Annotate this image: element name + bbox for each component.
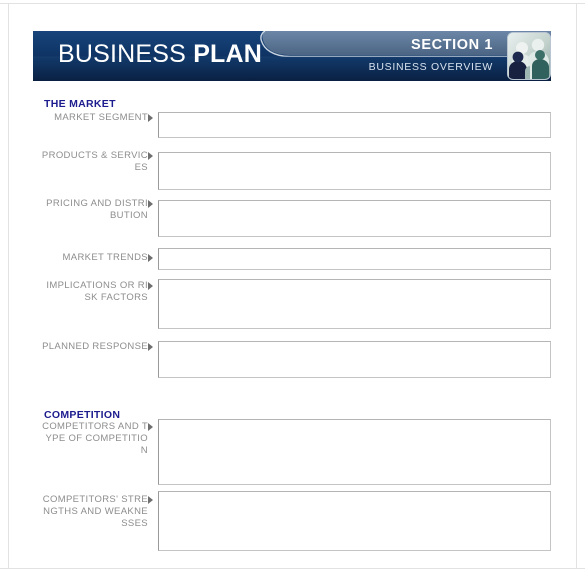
field-label-market-trends: MARKET TRENDS: [62, 252, 148, 263]
field-marker-arrow-market-segment: [148, 114, 153, 122]
field-input-competitors-strengths-and-weaknesses[interactable]: [158, 491, 551, 551]
field-marker-arrow-market-trends: [148, 254, 153, 262]
field-input-implications-or-risk-factors[interactable]: [158, 279, 551, 329]
field-marker-arrow-pricing-and-distribution: [148, 200, 153, 208]
field-label-competitors-and-type-of-competition: COMPETITORS AND TYPE OF COMPETITION: [42, 421, 148, 457]
field-label-planned-response: PLANNED RESPONSE: [42, 341, 148, 352]
field-marker-arrow-products-and-services: [148, 152, 153, 160]
field-input-market-trends[interactable]: [158, 248, 551, 270]
field-label-implications-or-risk-factors: IMPLICATIONS OR RISK FACTORS: [46, 280, 148, 304]
section-heading-the-market: THE MARKET: [44, 98, 116, 110]
field-input-products-and-services[interactable]: [158, 152, 551, 190]
field-label-pricing-and-distribution: PRICING AND DISTRIBUTION: [46, 198, 148, 222]
field-label-products-and-services: PRODUCTS & SERVICES: [41, 150, 148, 174]
field-marker-arrow-implications-or-risk-factors: [148, 282, 153, 290]
field-input-competitors-and-type-of-competition[interactable]: [158, 419, 551, 485]
field-label-competitors-strengths-and-weaknesses: COMPETITORS' STRENGTHS AND WEAKNESSES: [42, 494, 148, 530]
section-heading-competition: COMPETITION: [44, 409, 121, 421]
document-page: BUSINESS PLAN SECTION 1 BUSINESS OVERVIE…: [0, 0, 585, 580]
field-input-planned-response[interactable]: [158, 341, 551, 378]
field-input-pricing-and-distribution[interactable]: [158, 200, 551, 237]
field-marker-arrow-competitors-strengths-and-weaknesses: [148, 496, 153, 504]
form-content: THE MARKET MARKET SEGMENT PRODUCTS & SERVI…: [0, 0, 585, 580]
field-input-market-segment[interactable]: [158, 112, 551, 138]
field-marker-arrow-planned-response: [148, 343, 153, 351]
field-marker-arrow-competitors-and-type-of-competition: [148, 423, 153, 431]
field-label-market-segment: MARKET SEGMENT: [54, 112, 148, 123]
